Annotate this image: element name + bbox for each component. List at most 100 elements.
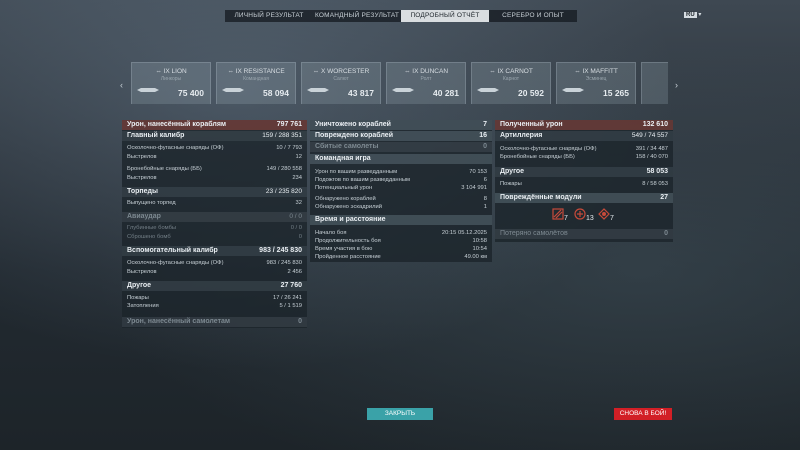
spotting-damage-label: Урон по вашим разведданным [315,169,398,175]
recv-other-row: Другое 58 053 [495,167,673,177]
ship-damage-value: 43 817 [348,88,374,98]
recv-ap-value: 158 / 40 070 [635,154,668,160]
module-damage-icon [574,208,586,220]
tab-detailed-report[interactable]: ПОДРОБНЫЙ ОТЧЁТ [401,10,489,22]
ship-name: ⇔ IX CARNOT [489,68,533,75]
recv-other-title: Другое [500,168,525,175]
ship-damage-value: 15 265 [603,88,629,98]
distance-value: 49.00 км [464,254,487,260]
torpedoes-title: Торпеды [127,188,158,195]
airstrike-row: Авиаудар 0 / 0 [122,212,307,222]
battle-again-button[interactable]: СНОВА В БОЙ! [614,408,672,420]
ship-card[interactable]: ⇔ IX LION Линкоры 75 400 [131,62,211,104]
ships-damaged-label: Повреждено кораблей [315,132,393,139]
planes-shot-label: Сбитые самолеты [315,143,379,150]
ship-silhouette-icon [222,88,244,92]
tab-personal-result[interactable]: ЛИЧНЫЙ РЕЗУЛЬТАТ [225,10,313,22]
main-battery-title: Главный калибр [127,132,185,139]
he-value: 10 / 7 793 [276,145,302,151]
ship-card[interactable]: ⇔ IX MAFFITT Эсминец 15 265 [556,62,636,104]
ship-subtitle: Линкоры [160,76,182,82]
close-button[interactable]: ЗАКРЫТЬ [367,408,433,420]
ship-card[interactable]: ⇔ X WORCESTER Салют 43 817 [301,62,381,104]
planes-damage-title: Урон, нанесённый самолетам [127,318,231,325]
planes-lost-row: Потеряно самолётов 0 [495,229,673,239]
squadrons-spotted-label: Обнаружено эскадрилий [315,204,382,210]
potential-damage-value: 3 104 991 [461,185,487,191]
recv-he-label: Осколочно-фугасные снаряды (ОФ) [500,146,597,152]
flooding-label: Затопления [127,303,159,309]
carousel-prev-arrow[interactable]: ‹ [120,80,123,90]
planes-lost-value: 0 [664,230,668,237]
planes-shot-value: 0 [483,143,487,150]
damage-received-total: 132 610 [642,121,668,128]
main-battery-value: 159 / 288 351 [262,132,302,139]
torpedoes-launched-value: 32 [295,200,302,206]
airstrike-value: 0 / 0 [289,213,302,220]
flooding-value: 5 / 1 519 [279,303,302,309]
ship-card[interactable]: ⇔ IX DUNCAN Ролт 40 281 [386,62,466,104]
module-damage-icon [598,208,610,220]
carousel-next-arrow[interactable]: › [675,80,678,90]
module-icons-row: 7 13 7 [552,208,622,226]
sec-he-value: 983 / 245 830 [266,260,302,266]
ships-spotted-value: 8 [483,196,487,202]
potential-damage-label: Потенциальный урон [315,185,373,191]
damage-dealt-header: Урон, нанесённый кораблям 797 761 [122,120,307,130]
ships-damaged-value: 16 [479,132,487,139]
recv-fires-label: Пожары [500,181,522,187]
damage-dealt-panel: Урон, нанесённый кораблям 797 761 Главны… [122,120,307,328]
tab-credits-xp[interactable]: СЕРЕБРО И ОПЫТ [489,10,577,22]
damaged-modules-header: Повреждённые модули 27 [495,193,673,203]
ship-silhouette-icon [562,88,584,92]
module-count: 13 [586,215,594,222]
results-tabs: ЛИЧНЫЙ РЕЗУЛЬТАТ КОМАНДНЫЙ РЕЗУЛЬТАТ ПОД… [225,10,577,22]
spotting-fires-value: 6 [483,177,487,183]
secondary-battery-value: 983 / 245 830 [259,247,302,254]
module-count: 7 [564,215,568,222]
shots-value: 12 [295,154,302,160]
sec-shots-value: 2 456 [287,269,302,275]
battle-start-label: Начало боя [315,230,347,236]
other-damage-row: Другое 27 760 [122,281,307,291]
fires-label: Пожары [127,295,149,301]
sec-he-label: Осколочно-фугасные снаряды (ОФ) [127,260,224,266]
battle-duration-label: Продолжительность боя [315,238,381,244]
planes-damage-row: Урон, нанесённый самолетам 0 [122,317,307,327]
module-count: 7 [610,215,614,222]
secondary-battery-row: Вспомогательный калибр 983 / 245 830 [122,246,307,256]
ap-label: Бронебойные снаряды (ББ) [127,166,202,172]
bombs-dropped-label: Сброшено бомб [127,234,171,240]
module-damage-icon [552,208,564,220]
ships-destroyed-label: Уничтожено кораблей [315,121,391,128]
fires-value: 17 / 26 241 [272,295,302,301]
planes-shot-row: Сбитые самолеты 0 [310,142,492,152]
ship-card-partial[interactable] [641,62,668,104]
ship-damage-value: 75 400 [178,88,204,98]
tab-team-result[interactable]: КОМАНДНЫЙ РЕЗУЛЬТАТ [313,10,401,22]
planes-lost-label: Потеряно самолётов [500,230,568,237]
recv-he-value: 391 / 34 487 [635,146,668,152]
ships-damaged-row: Повреждено кораблей 16 [310,131,492,141]
ship-silhouette-icon [137,88,159,92]
damage-received-title: Полученный урон [500,121,563,128]
ap-shots-value: 234 [292,175,302,181]
main-battery-row: Главный калибр 159 / 288 351 [122,131,307,141]
ap-value: 149 / 280 558 [266,166,302,172]
participation-time-value: 10:54 [472,246,487,252]
artillery-row: Артиллерия 549 / 74 557 [495,131,673,141]
sec-shots-label: Выстрелов [127,269,157,275]
ship-card[interactable]: ⇔ IX RESISTANCE Командная 58 094 [216,62,296,104]
distance-label: Пройденное расстояние [315,254,381,260]
shots-label: Выстрелов [127,154,157,160]
ship-damage-value: 40 281 [433,88,459,98]
combat-summary-panel: Уничтожено кораблей 7 Повреждено корабле… [310,120,492,262]
ship-subtitle: Карнот [502,76,520,82]
language-selector[interactable]: RU ▾ [684,11,701,18]
damage-dealt-total: 797 761 [276,121,302,128]
other-damage-value: 27 760 [280,282,302,289]
ship-subtitle: Ролт [420,76,432,82]
bombs-dropped-value: 0 [298,234,302,240]
ship-card[interactable]: ⇔ IX CARNOT Карнот 20 592 [471,62,551,104]
ship-subtitle: Эсминец [585,76,607,82]
